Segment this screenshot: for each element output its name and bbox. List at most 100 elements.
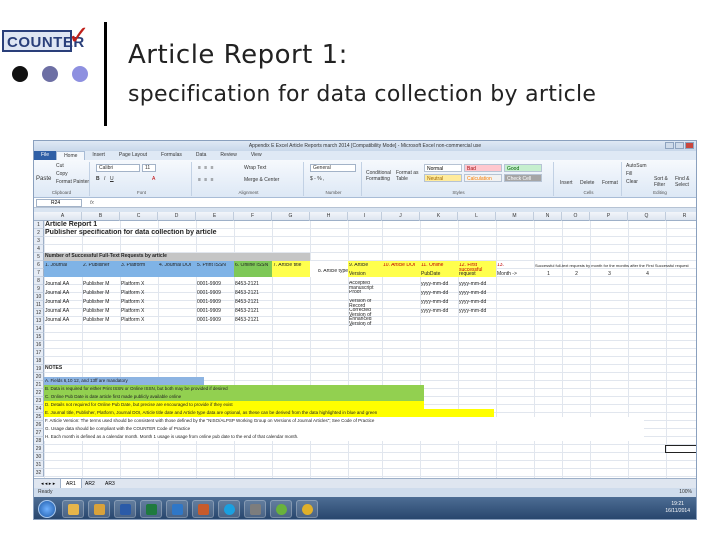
style-normal[interactable]: Normal <box>424 164 462 172</box>
align-left-icons[interactable]: ≡ ≡ ≡ <box>198 177 215 183</box>
italic-button[interactable]: I <box>104 176 105 182</box>
row-header[interactable]: 7 <box>34 269 44 277</box>
row-header[interactable]: 17 <box>34 349 44 357</box>
font-name-select[interactable]: Calibri <box>96 164 140 172</box>
row-header[interactable]: 23 <box>34 397 44 405</box>
tab-file[interactable]: File <box>34 151 57 160</box>
row-header[interactable]: 15 <box>34 333 44 341</box>
find-select-button[interactable]: Find & Select <box>675 176 695 188</box>
row-header[interactable]: 11 <box>34 301 44 309</box>
taskbar-folder-icon[interactable] <box>88 500 110 518</box>
column-header[interactable]: O <box>562 212 590 221</box>
column-header[interactable]: L <box>458 212 496 221</box>
style-neutral[interactable]: Neutral <box>424 174 462 182</box>
row-header[interactable]: 24 <box>34 405 44 413</box>
bold-button[interactable]: B <box>96 176 100 182</box>
style-bad[interactable]: Bad <box>464 164 502 172</box>
row-header[interactable]: 16 <box>34 341 44 349</box>
tab-page-layout[interactable]: Page Layout <box>112 151 154 160</box>
row-header[interactable]: 21 <box>34 381 44 389</box>
format-painter-button[interactable]: Format Painter <box>56 179 89 185</box>
column-header[interactable]: B <box>82 212 120 221</box>
taskbar-word-icon[interactable] <box>114 500 136 518</box>
tab-review[interactable]: Review <box>213 151 243 160</box>
taskbar-explorer-icon[interactable] <box>62 500 84 518</box>
row-header[interactable]: 1 <box>34 221 44 229</box>
row-header[interactable]: 3 <box>34 237 44 245</box>
row-header[interactable]: 19 <box>34 365 44 373</box>
row-header[interactable]: 27 <box>34 429 44 437</box>
taskbar-app-icon[interactable] <box>244 500 266 518</box>
fill-button[interactable]: Fill <box>626 171 632 177</box>
taskbar-chrome-icon[interactable] <box>296 500 318 518</box>
row-header[interactable]: 25 <box>34 413 44 421</box>
row-header[interactable]: 26 <box>34 421 44 429</box>
taskbar-skype-icon[interactable] <box>218 500 240 518</box>
column-header[interactable]: R <box>666 212 696 221</box>
row-header[interactable]: 2 <box>34 229 44 237</box>
conditional-formatting-button[interactable]: Conditional Formatting <box>366 170 394 182</box>
align-top-icons[interactable]: ≡ ≡ ≡ <box>198 165 215 171</box>
column-header[interactable]: Q <box>628 212 666 221</box>
row-header[interactable]: 29 <box>34 445 44 453</box>
insert-cells-button[interactable]: Insert <box>560 180 573 186</box>
maximize-button[interactable] <box>675 142 684 149</box>
merge-center-button[interactable]: Merge & Center <box>244 177 279 183</box>
tab-formulas[interactable]: Formulas <box>154 151 189 160</box>
sort-filter-button[interactable]: Sort & Filter <box>654 176 674 188</box>
paste-button[interactable]: Paste <box>36 176 51 182</box>
format-cells-button[interactable]: Format <box>602 180 618 186</box>
row-header[interactable]: 28 <box>34 437 44 445</box>
selected-cell[interactable] <box>665 445 696 453</box>
row-header[interactable]: 18 <box>34 357 44 365</box>
tab-data[interactable]: Data <box>189 151 214 160</box>
column-header[interactable]: E <box>196 212 234 221</box>
format-as-table-button[interactable]: Format as Table <box>396 170 420 182</box>
taskbar-outlook-icon[interactable] <box>166 500 188 518</box>
row-header[interactable]: 10 <box>34 293 44 301</box>
column-header[interactable]: N <box>534 212 562 221</box>
row-header[interactable]: 5 <box>34 253 44 261</box>
wrap-text-button[interactable]: Wrap Text <box>244 165 266 171</box>
column-header[interactable]: C <box>120 212 158 221</box>
style-calculation[interactable]: Calculation <box>464 174 502 182</box>
row-header[interactable]: 13 <box>34 317 44 325</box>
clear-button[interactable]: Clear <box>626 179 638 185</box>
column-header[interactable]: A <box>44 212 82 221</box>
row-header[interactable]: 4 <box>34 245 44 253</box>
close-button[interactable] <box>685 142 694 149</box>
taskbar-powerpoint-icon[interactable] <box>192 500 214 518</box>
row-header[interactable]: 14 <box>34 325 44 333</box>
row-header[interactable]: 32 <box>34 469 44 477</box>
column-header[interactable]: F <box>234 212 272 221</box>
fx-icon[interactable]: fx <box>90 198 94 208</box>
spreadsheet-grid[interactable]: ABCDEFGHIJKLMNOPQR 1 2 3 4 5 6 7 8 9 10 11 12 13 14 15… <box>34 212 696 478</box>
row-header[interactable]: 8 <box>34 277 44 285</box>
cut-button[interactable]: Cut <box>56 163 64 169</box>
column-header[interactable]: I <box>348 212 382 221</box>
minimize-button[interactable] <box>665 142 674 149</box>
copy-button[interactable]: Copy <box>56 171 68 177</box>
number-format-select[interactable]: General <box>310 164 356 172</box>
tab-view[interactable]: View <box>244 151 269 160</box>
start-button[interactable] <box>38 500 56 518</box>
row-header[interactable]: 30 <box>34 453 44 461</box>
column-header[interactable]: H <box>310 212 348 221</box>
currency-buttons[interactable]: $ - % , <box>310 176 324 182</box>
zoom-level[interactable]: 100% <box>679 488 692 497</box>
column-header[interactable]: K <box>420 212 458 221</box>
tab-insert[interactable]: Insert <box>85 151 112 160</box>
font-size-select[interactable]: 11 <box>142 164 156 172</box>
column-header[interactable]: M <box>496 212 534 221</box>
autosum-button[interactable]: AutoSum <box>626 163 647 169</box>
row-header[interactable]: 12 <box>34 309 44 317</box>
taskbar-spotify-icon[interactable] <box>270 500 292 518</box>
style-good[interactable]: Good <box>504 164 542 172</box>
style-check-cell[interactable]: Check Cell <box>504 174 542 182</box>
row-header[interactable]: 6 <box>34 261 44 269</box>
name-box[interactable]: R24 <box>36 199 82 207</box>
column-header[interactable]: J <box>382 212 420 221</box>
row-header[interactable]: 20 <box>34 373 44 381</box>
row-header[interactable]: 31 <box>34 461 44 469</box>
column-header[interactable]: D <box>158 212 196 221</box>
